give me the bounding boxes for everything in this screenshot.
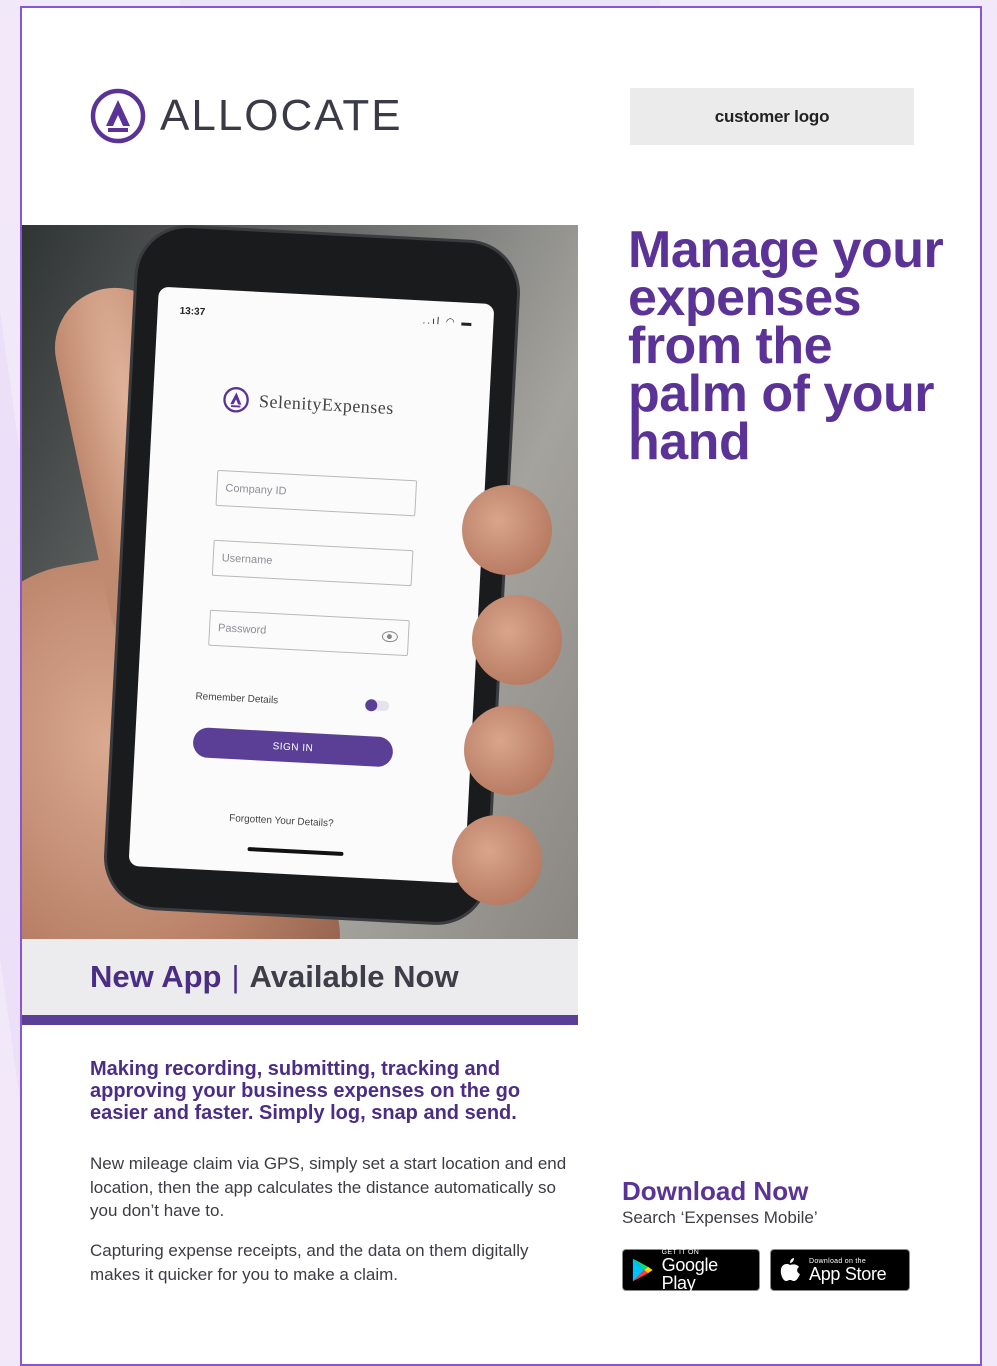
eye-icon[interactable]	[381, 630, 399, 643]
brand-name: ALLOCATE	[160, 91, 403, 140]
phone-screen: 13:37 ..ıl ◠ ▬ SelenityExpenses Company …	[128, 286, 495, 884]
password-field[interactable]: Password	[208, 609, 410, 657]
banner-available-now: Available Now	[249, 959, 459, 994]
customer-logo-placeholder: customer logo	[630, 88, 914, 145]
username-placeholder: Username	[221, 552, 273, 567]
remember-details-toggle[interactable]	[365, 699, 390, 712]
flyer-page: ALLOCATE customer logo 13:37 ..ıl ◠ ▬ Se…	[20, 6, 982, 1366]
remember-details-label: Remember Details	[195, 691, 279, 707]
apple-icon	[780, 1258, 800, 1281]
lead-paragraph: Making recording, submitting, tracking a…	[90, 1058, 521, 1124]
app-store-badge[interactable]: Download on the App Store	[770, 1249, 910, 1291]
download-subtitle: Search ‘Expenses Mobile’	[622, 1208, 818, 1227]
username-field[interactable]: Username	[211, 539, 414, 587]
receipts-paragraph: Capturing expense receipts, and the data…	[90, 1241, 529, 1284]
app-store-big-text: App Store	[809, 1263, 887, 1284]
phone-photo: 13:37 ..ıl ◠ ▬ SelenityExpenses Company …	[22, 225, 578, 939]
google-play-big-text: Google Play	[661, 1254, 719, 1293]
forgot-details-link[interactable]: Forgotten Your Details?	[229, 813, 334, 829]
company-id-field[interactable]: Company ID	[215, 469, 418, 517]
google-play-badge[interactable]: GET IT ON Google Play	[622, 1249, 760, 1293]
google-play-icon	[632, 1258, 653, 1282]
app-name: SelenityExpenses	[258, 390, 395, 418]
headline: Manage your expenses from the palm of yo…	[628, 221, 944, 471]
gps-paragraph: New mileage claim via GPS, simply set a …	[90, 1154, 567, 1220]
status-time: 13:37	[179, 305, 206, 319]
allocate-logo-icon	[90, 88, 146, 144]
home-indicator	[247, 847, 344, 857]
fingers-image	[442, 485, 562, 925]
status-icons: ..ıl ◠ ▬	[422, 315, 474, 330]
sign-in-button[interactable]: SIGN IN	[192, 727, 394, 768]
selenity-logo-icon	[223, 387, 249, 413]
company-id-placeholder: Company ID	[225, 482, 287, 498]
banner-separator: |	[231, 959, 240, 994]
download-title: Download Now	[622, 1176, 809, 1206]
app-logo: SelenityExpenses	[222, 386, 394, 421]
customer-logo-label: customer logo	[714, 106, 830, 126]
password-placeholder: Password	[217, 622, 267, 637]
banner-new-app: New App	[90, 959, 222, 994]
availability-banner: New App | Available Now	[22, 939, 578, 1025]
allocate-logo: ALLOCATE	[90, 88, 403, 144]
